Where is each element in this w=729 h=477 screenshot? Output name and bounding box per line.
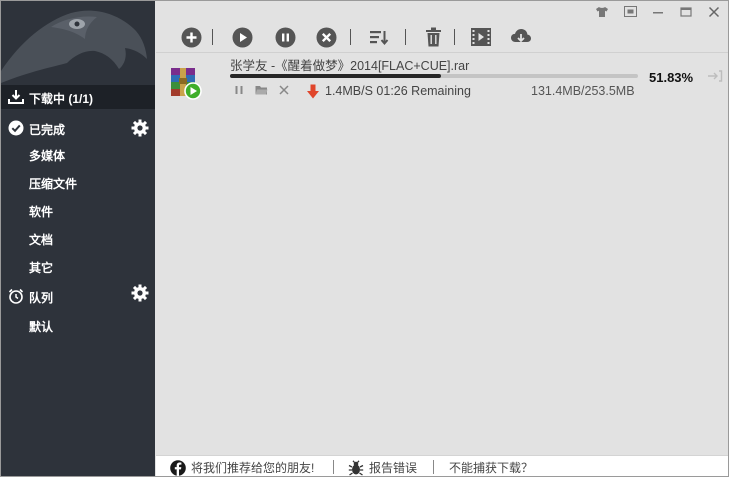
category-archives[interactable]: 压缩文件 — [29, 175, 77, 192]
app-window: 下载中 (1/1) 已完成 多媒体 压缩文件 软件 文档 其它 队列 默认 张学… — [0, 0, 729, 477]
pause-icon — [235, 86, 243, 94]
download-speed: 1.4MB/S 01:26 Remaining — [325, 84, 471, 98]
toolbar-separator — [212, 29, 213, 45]
pause-button[interactable] — [273, 25, 297, 49]
film-play-icon — [471, 28, 491, 46]
trash-icon — [425, 27, 441, 47]
video-grabber-button[interactable] — [469, 25, 493, 49]
close-icon — [279, 85, 289, 95]
report-error-label: 报告错误 — [369, 461, 418, 475]
cannot-capture-label: 不能捕获下载？ — [449, 461, 534, 475]
mini-window-icon — [623, 6, 637, 17]
cloud-download-icon — [511, 29, 531, 43]
report-error-link[interactable]: 报告错误 — [348, 459, 417, 476]
skin-button[interactable] — [588, 1, 616, 22]
play-circle-icon — [232, 27, 252, 47]
statusbar-separator — [433, 460, 434, 474]
completed-settings-gear-icon[interactable] — [131, 119, 149, 137]
facebook-icon — [170, 459, 186, 476]
close-icon — [708, 6, 720, 17]
sort-button[interactable] — [367, 25, 391, 49]
nav-queue-label: 队列 — [29, 291, 54, 305]
category-multimedia[interactable]: 多媒体 — [29, 147, 65, 164]
download-size: 131.4MB/253.5MB — [531, 84, 635, 98]
download-item[interactable]: 张学友 -《醒着做梦》2014[FLAC+CUE].rar 51.83% 1.4… — [156, 53, 728, 103]
category-other[interactable]: 其它 — [29, 259, 53, 276]
item-remove-button[interactable] — [277, 83, 291, 97]
download-filename: 张学友 -《醒着做梦》2014[FLAC+CUE].rar — [230, 59, 470, 73]
cancel-circle-icon — [316, 27, 336, 47]
queue-default[interactable]: 默认 — [29, 318, 53, 335]
minimize-icon — [653, 11, 663, 13]
nav-downloading[interactable]: 下载中 (1/1) — [1, 85, 155, 109]
download-progress-bar — [230, 74, 638, 78]
bug-icon — [348, 459, 364, 476]
cloud-download-button[interactable] — [509, 25, 533, 49]
item-pause-button[interactable] — [232, 83, 246, 97]
category-software[interactable]: 软件 — [29, 203, 53, 220]
folder-icon — [255, 86, 267, 95]
maximize-icon — [680, 6, 692, 17]
status-bar: 将我们推荐给您的朋友! 报告错误 不能捕获下载？ — [156, 455, 728, 476]
sort-list-icon — [370, 31, 389, 46]
toolbar-separator — [405, 29, 406, 45]
pause-circle-icon — [275, 27, 295, 47]
sidebar: 下载中 (1/1) 已完成 多媒体 压缩文件 软件 文档 其它 队列 默认 — [1, 1, 155, 476]
nav-downloading-label: 下载中 (1/1) — [29, 92, 94, 106]
statusbar-separator — [333, 460, 334, 474]
toolbar-separator — [454, 29, 455, 45]
close-button[interactable] — [700, 1, 728, 22]
delete-button[interactable] — [421, 25, 445, 49]
toolbar-separator — [350, 29, 351, 45]
recommend-label: 将我们推荐给您的朋友! — [191, 461, 315, 475]
window-controls — [588, 1, 728, 23]
maximize-button[interactable] — [672, 1, 700, 22]
download-progress-fill — [230, 74, 442, 78]
open-file-arrow-icon[interactable] — [707, 69, 723, 83]
add-download-button[interactable] — [179, 25, 203, 49]
check-circle-icon — [8, 120, 24, 136]
rar-archive-icon — [169, 64, 202, 100]
eagle-logo — [1, 1, 155, 83]
download-tray-icon — [8, 90, 24, 104]
recommend-link[interactable]: 将我们推荐给您的朋友! — [170, 459, 314, 476]
stop-button[interactable] — [314, 25, 338, 49]
mini-mode-button[interactable] — [616, 1, 644, 22]
minimize-button[interactable] — [644, 1, 672, 22]
category-documents[interactable]: 文档 — [29, 231, 53, 248]
toolbar — [156, 23, 728, 53]
download-arrow-icon — [307, 84, 319, 99]
start-button[interactable] — [230, 25, 254, 49]
item-open-folder-button[interactable] — [254, 83, 268, 97]
nav-completed-label: 已完成 — [29, 123, 66, 137]
tshirt-icon — [596, 6, 608, 17]
cannot-capture-link[interactable]: 不能捕获下载？ — [449, 459, 533, 476]
plus-circle-icon — [181, 27, 201, 47]
alarm-clock-icon — [8, 288, 24, 304]
download-progress-percent: 51.83% — [649, 70, 694, 85]
queue-settings-gear-icon[interactable] — [131, 284, 149, 302]
